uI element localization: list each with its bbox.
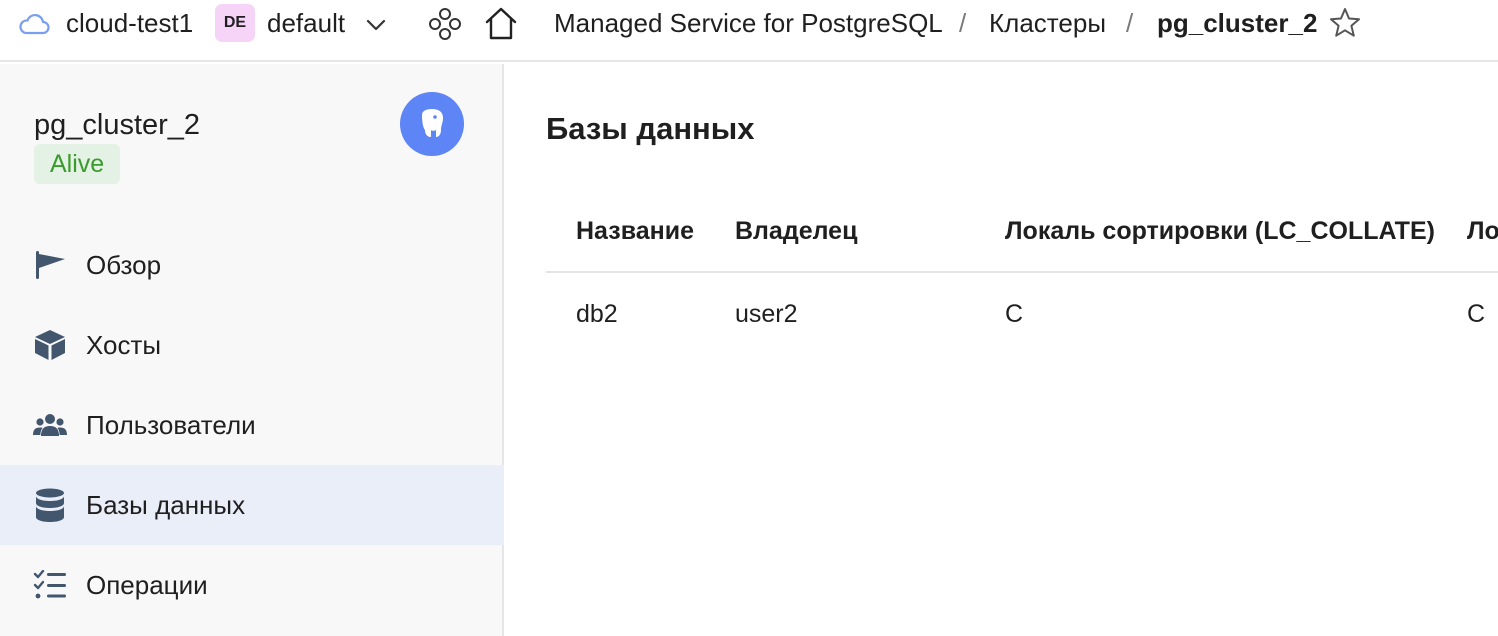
sidebar-item-label: Базы данных [86, 490, 246, 520]
top-bar: cloud-test1 DE default Managed Service f… [0, 0, 1498, 62]
page-title: Базы данных [546, 111, 755, 146]
chevron-down-icon[interactable] [364, 13, 388, 37]
cell-db-name: db2 [576, 300, 618, 328]
cluster-title: pg_cluster_2 [34, 109, 201, 141]
flag-icon [32, 247, 68, 283]
column-header-owner[interactable]: Владелец [735, 214, 857, 248]
breadcrumb-separator: / [1126, 8, 1134, 38]
postgresql-logo-icon [400, 92, 464, 156]
star-icon[interactable] [1328, 6, 1362, 40]
sidebar-item-label: Операции [86, 570, 208, 600]
column-header-lc-ctype[interactable]: Ло [1467, 214, 1498, 248]
sidebar-item-users[interactable]: Пользователи [0, 385, 504, 465]
cube-icon [32, 327, 68, 363]
services-icon[interactable] [426, 5, 464, 43]
sidebar-item-hosts[interactable]: Хосты [0, 305, 504, 385]
sidebar-item-overview[interactable]: Обзор [0, 225, 504, 305]
checklist-icon [32, 567, 68, 603]
breadcrumb-separator: / [959, 8, 967, 38]
main-content: Базы данных Название Владелец Локаль сор… [506, 64, 1498, 636]
users-icon [32, 407, 68, 443]
breadcrumb-service[interactable]: Managed Service for PostgreSQL [554, 8, 943, 38]
breadcrumb-current-cluster: pg_cluster_2 [1157, 8, 1318, 38]
sidebar-item-databases[interactable]: Базы данных [0, 465, 504, 545]
database-icon [32, 487, 68, 523]
sidebar-item-label: Обзор [86, 250, 162, 280]
column-header-lc-collate[interactable]: Локаль сортировки (LC_COLLATE) [1005, 214, 1435, 248]
folder-name-link[interactable]: default [267, 8, 345, 38]
sidebar: pg_cluster_2 Alive Обзор Хосты Пользоват… [0, 64, 504, 636]
home-icon[interactable] [482, 4, 520, 42]
cell-lc-collate: C [1005, 300, 1024, 328]
breadcrumb-clusters[interactable]: Кластеры [989, 8, 1106, 38]
status-badge: Alive [34, 144, 121, 184]
cell-owner: user2 [735, 300, 798, 328]
cloud-name-link[interactable]: cloud-test1 [66, 8, 193, 38]
column-header-name[interactable]: Название [576, 214, 694, 248]
sidebar-item-label: Пользователи [86, 410, 256, 440]
cell-lc-ctype: C [1467, 300, 1486, 328]
cloud-icon[interactable] [18, 11, 50, 37]
sidebar-item-operations[interactable]: Операции [0, 545, 504, 625]
sidebar-item-label: Хосты [86, 330, 162, 360]
table-header-divider [546, 271, 1498, 273]
folder-badge[interactable]: DE [215, 4, 255, 42]
